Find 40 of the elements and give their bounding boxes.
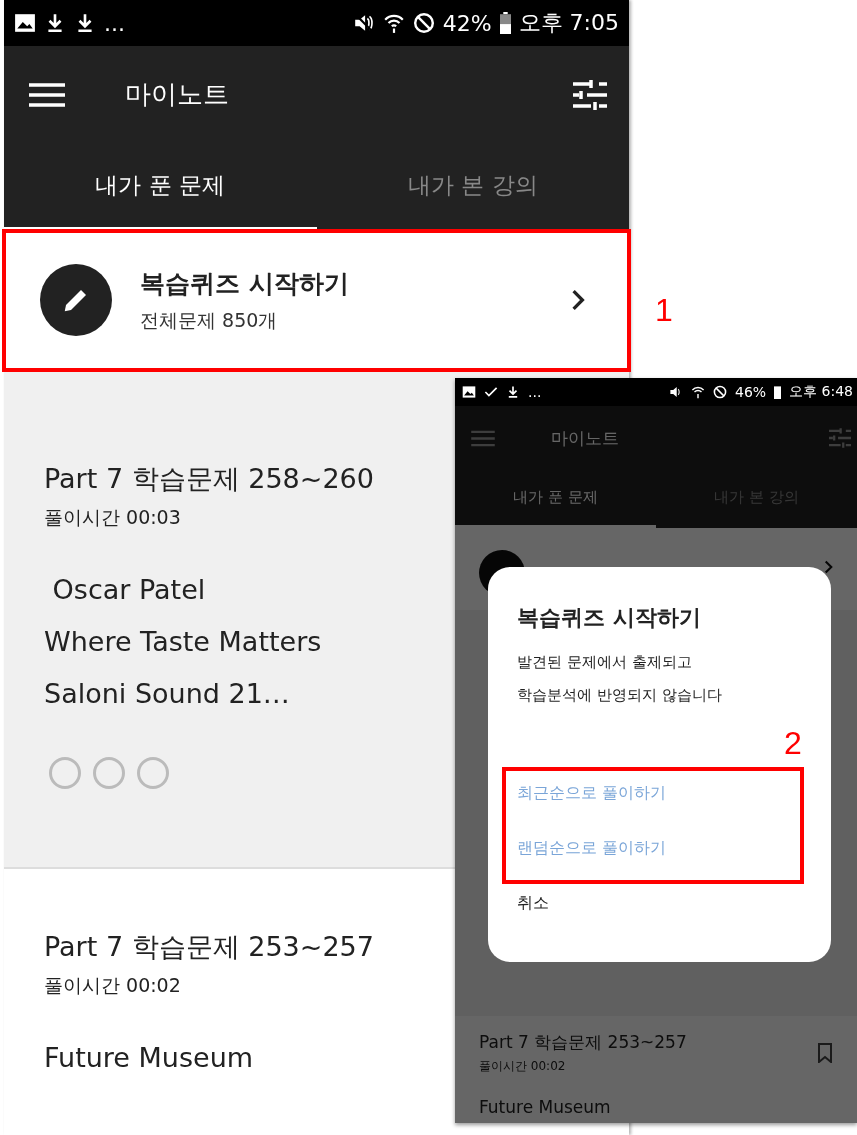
solve-time: 풀이시간 00:02	[44, 973, 181, 998]
check-icon	[484, 385, 498, 399]
battery-icon	[499, 12, 511, 34]
passage-title: Saloni Sound 21…	[44, 677, 290, 711]
mute-icon	[352, 12, 375, 34]
battery-icon	[774, 385, 782, 399]
wifi-icon	[382, 12, 405, 34]
blocked-icon	[713, 385, 727, 399]
solve-time: 풀이시간 00:02	[479, 1058, 567, 1075]
annotation-number: 2	[784, 725, 802, 762]
annotation-number: 1	[655, 292, 673, 329]
card-title: Part 7 학습문제 258~260	[44, 462, 374, 496]
passage-title: Where Taste Matters	[44, 625, 322, 659]
download-icon	[506, 385, 520, 399]
dialog-option[interactable]: 취소	[517, 893, 549, 914]
quiz-subtitle: 전체문제 850개	[140, 307, 279, 333]
passage-title: Future Museum	[44, 1041, 254, 1075]
mute-icon	[669, 385, 683, 399]
passage-title: Oscar Patel	[51, 573, 206, 607]
card-title: Part 7 학습문제 253~257	[44, 930, 374, 964]
passage-title: Future Museum	[479, 1097, 612, 1117]
solve-time: 풀이시간 00:03	[44, 505, 181, 530]
battery-percent: 46%	[735, 384, 767, 400]
clock-time: 오후 6:48	[789, 383, 853, 401]
more-notifications-text: ...	[528, 384, 542, 400]
bookmark-icon[interactable]	[817, 1043, 833, 1063]
wifi-icon	[691, 385, 705, 399]
chevron-right-icon	[824, 560, 833, 574]
blocked-icon	[412, 12, 435, 34]
quiz-title: 복습퀴즈 시작하기	[140, 267, 350, 300]
app-title: 마이노트	[551, 426, 620, 450]
tab[interactable]: 내가 본 강의	[316, 143, 629, 231]
battery-percent: 42%	[442, 10, 492, 36]
more-notifications-text: ...	[104, 10, 125, 36]
app-title: 마이노트	[125, 78, 230, 111]
image-icon	[14, 12, 36, 34]
chevron-right-icon	[571, 289, 585, 311]
image-icon	[462, 385, 476, 399]
clock-time: 오후 7:05	[518, 9, 619, 37]
study-card[interactable]: Part 7 학습문제 253~257 풀이시간 00:02 Future Museum	[455, 1016, 857, 1123]
